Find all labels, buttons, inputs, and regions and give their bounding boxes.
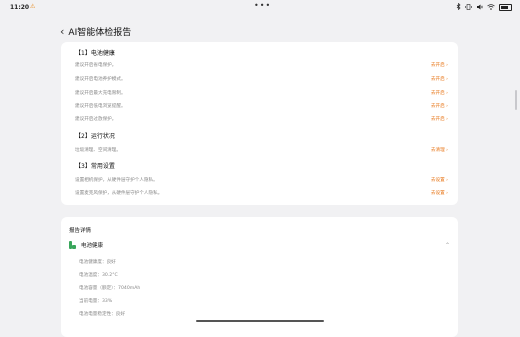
enable-button[interactable]: 去开启 › [431, 103, 448, 109]
battery-health-header[interactable]: 电池健康 [69, 241, 103, 249]
report-details-card: 报告详情 电池健康 ⌃ 电池健康度：良好 电池温度：30.2°C 电池容量（额定… [61, 217, 458, 337]
detail-row: 电池健康度：良好 [79, 260, 116, 265]
enable-button[interactable]: 去开启 › [431, 116, 448, 122]
suggestion-text: 垃圾清理、空间清理。 [75, 148, 121, 153]
section-title-running: 【2】运行状况 [75, 133, 115, 140]
clean-button[interactable]: 去清理 › [431, 147, 448, 153]
multitask-dots[interactable]: ••• [254, 1, 271, 10]
enable-button[interactable]: 去开启 › [431, 90, 448, 96]
suggestion-text: 建议开启省电保护。 [75, 63, 117, 68]
suggestion-text: 建议开启电池养护模式。 [75, 77, 126, 82]
section-title-battery: 【1】电池健康 [75, 50, 115, 57]
suggestion-text: 建议开启低电浏览提醒。 [75, 104, 126, 109]
status-bar: 11:20 ⚠ ••• [0, 0, 520, 16]
suggestion-row: 建议开启过放保护。 去开启 › [75, 115, 448, 123]
suggestion-text: 设置相机保护，从硬件层守护个人隐私。 [75, 178, 158, 183]
suggestion-row: 建议开启低电浏览提醒。 去开启 › [75, 102, 448, 110]
suggestions-card: 【1】电池健康 建议开启省电保护。 去开启 › 建议开启电池养护模式。 去开启 … [61, 42, 458, 205]
suggestion-row: 垃圾清理、空间清理。 去清理 › [75, 146, 448, 154]
battery-health-label: 电池健康 [81, 243, 104, 249]
suggestion-text: 设置麦克风保护，从硬件层守护个人隐私。 [75, 191, 163, 196]
page-header: ‹ AI智能体检报告 [60, 24, 131, 38]
settings-button[interactable]: 去设置 › [431, 177, 448, 183]
enable-button[interactable]: 去开启 › [431, 62, 448, 68]
battery-health-icon [69, 241, 76, 249]
enable-button[interactable]: 去开启 › [431, 76, 448, 82]
page-title: AI智能体检报告 [68, 27, 132, 38]
detail-row: 电池电量稳定性：良好 [79, 312, 125, 317]
warning-icon: ⚠ [30, 3, 36, 10]
suggestion-text: 建议开启过放保护。 [75, 117, 117, 122]
bluetooth-icon [456, 2, 461, 12]
status-icons [456, 2, 512, 12]
suggestion-row: 建议开启电池养护模式。 去开启 › [75, 75, 448, 83]
home-indicator[interactable] [196, 320, 324, 322]
mute-icon [476, 4, 483, 12]
wifi-icon [487, 3, 495, 12]
detail-row: 电池温度：30.2°C [79, 273, 118, 278]
collapse-chevron-icon[interactable]: ⌃ [445, 242, 450, 249]
vibrate-icon [465, 3, 472, 12]
clock: 11:20 [10, 4, 30, 11]
section-title-settings: 【3】常用设置 [75, 163, 115, 170]
suggestion-row: 建议开启省电保护。 去开启 › [75, 61, 448, 69]
back-icon[interactable]: ‹ [60, 25, 64, 38]
suggestion-row: 设置麦克风保护，从硬件层守护个人隐私。 去设置 › [75, 189, 448, 197]
suggestion-row: 设置相机保护，从硬件层守护个人隐私。 去设置 › [75, 176, 448, 184]
suggestion-text: 建议开启最大充电限制。 [75, 91, 126, 96]
detail-row: 当前电量：33% [79, 299, 113, 304]
detail-row: 电池容量（额定）：7040mAh [79, 286, 141, 291]
suggestion-row: 建议开启最大充电限制。 去开启 › [75, 89, 448, 97]
settings-button[interactable]: 去设置 › [431, 190, 448, 196]
scrollbar[interactable] [515, 90, 517, 110]
battery-icon [499, 4, 512, 11]
details-title: 报告详情 [69, 228, 92, 234]
